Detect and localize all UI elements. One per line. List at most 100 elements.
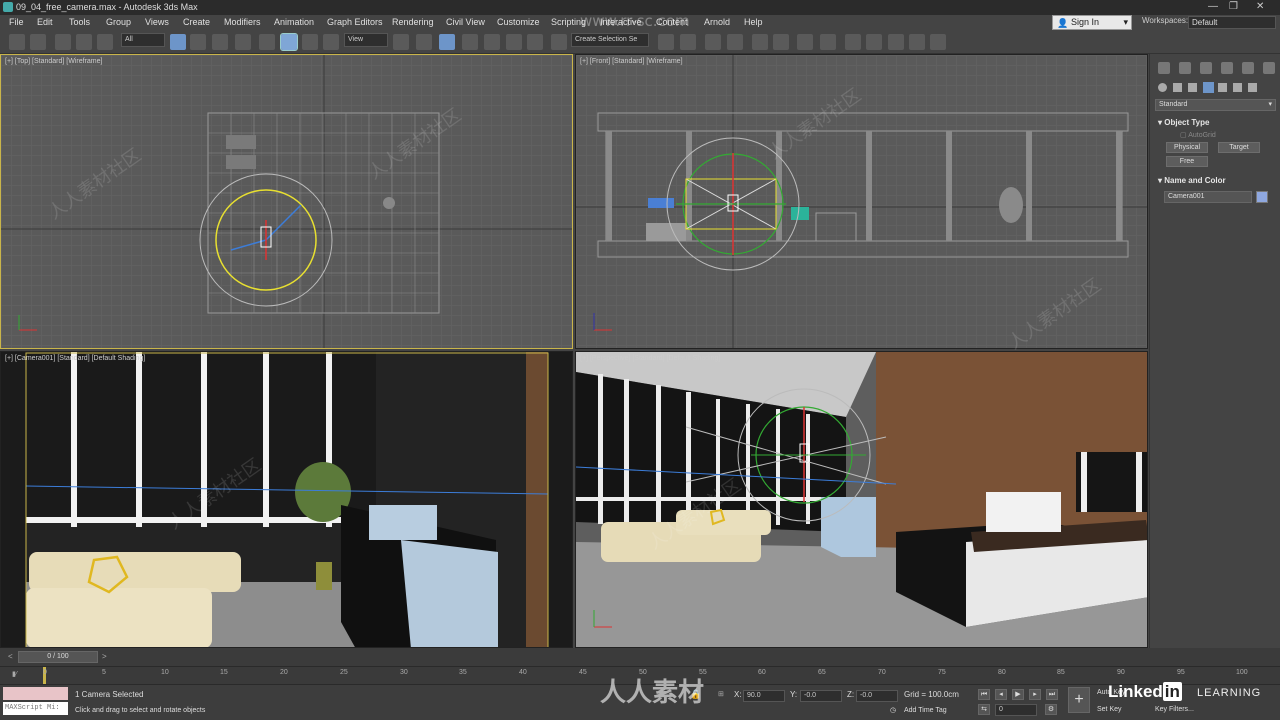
object-name-input[interactable]: Camera001 [1164, 191, 1252, 203]
target-camera-button[interactable]: Target [1218, 142, 1260, 153]
z-coord-field[interactable]: -0.0 [856, 690, 898, 702]
window-crossing-icon[interactable] [235, 34, 251, 50]
scene-explorer-icon[interactable] [705, 34, 721, 50]
edit-named-sets-icon[interactable] [551, 34, 567, 50]
ribbon-toggle-icon[interactable] [752, 34, 768, 50]
menu-customize[interactable]: Customize [497, 17, 540, 27]
key-filters-button[interactable]: Key Filters... [1155, 706, 1194, 713]
free-camera-button[interactable]: Free [1166, 156, 1208, 167]
menu-arnold[interactable]: Arnold [704, 17, 730, 27]
named-selection-sets-dropdown[interactable]: Create Selection Se [571, 33, 649, 47]
snaps-toggle-icon[interactable] [462, 34, 478, 50]
redo-icon[interactable] [30, 34, 46, 50]
select-by-name-icon[interactable] [190, 34, 206, 50]
rotate-icon[interactable] [280, 33, 298, 51]
viewport-camera[interactable]: [+] [Camera001] [Standard] [Default Shad… [0, 351, 573, 648]
ref-coord-dropdown[interactable]: View [344, 33, 388, 47]
render-cloud-icon[interactable] [909, 34, 925, 50]
time-config-icon[interactable]: ⚙ [1045, 704, 1057, 715]
goto-end-icon[interactable]: ⏭ [1046, 689, 1058, 700]
menu-modifiers[interactable]: Modifiers [224, 17, 261, 27]
current-frame-field[interactable]: 0 [995, 704, 1037, 716]
autogrid-checkbox[interactable]: ▢ AutoGrid [1180, 131, 1216, 139]
menu-scripting[interactable]: Scripting [551, 17, 586, 27]
systems-icon[interactable] [1248, 83, 1257, 92]
mirror-icon[interactable] [658, 34, 674, 50]
move-icon[interactable] [259, 34, 275, 50]
x-coord-field[interactable]: 90.0 [743, 690, 785, 702]
menu-edit[interactable]: Edit [37, 17, 53, 27]
motion-tab-icon[interactable] [1221, 62, 1233, 74]
menu-tools[interactable]: Tools [69, 17, 90, 27]
lights-icon[interactable] [1188, 83, 1197, 92]
close-icon[interactable]: ✕ [1256, 1, 1264, 12]
category-dropdown[interactable]: Standard ▾ [1155, 99, 1276, 111]
keyboard-shortcut-icon[interactable] [439, 34, 455, 50]
viewport-top-label[interactable]: [+] [Top] [Standard] [Wireframe] [5, 58, 102, 65]
menu-content[interactable]: Content [656, 17, 688, 27]
viewport-front[interactable]: [+] [Front] [Standard] [Wireframe] [575, 54, 1148, 349]
prev-key-icon[interactable]: ◂ [995, 689, 1007, 700]
set-key-icon[interactable]: + [1068, 687, 1090, 713]
shapes-icon[interactable] [1173, 83, 1182, 92]
key-mode-icon[interactable]: ⇆ [978, 704, 990, 715]
track-bar[interactable]: ▮⁄ 0 5 10 15 20 25 30 35 40 45 50 55 60 … [0, 666, 1280, 684]
menu-rendering[interactable]: Rendering [392, 17, 434, 27]
utilities-tab-icon[interactable] [1263, 62, 1275, 74]
scale-icon[interactable] [302, 34, 318, 50]
absolute-mode-icon[interactable]: ⊞ [718, 690, 724, 698]
angle-snap-icon[interactable] [484, 34, 500, 50]
add-time-tag[interactable]: Add Time Tag [904, 707, 947, 714]
sign-in-button[interactable]: 👤 Sign In ▾ [1052, 15, 1132, 30]
layer-explorer-icon[interactable] [727, 34, 743, 50]
set-key-button[interactable]: Set Key [1097, 706, 1122, 713]
geometry-icon[interactable] [1158, 83, 1167, 92]
material-editor-icon[interactable] [820, 34, 836, 50]
track-bar-toggle-icon[interactable]: ▮⁄ [12, 670, 17, 678]
pivot-center-icon[interactable] [393, 34, 409, 50]
create-tab-icon[interactable] [1158, 62, 1170, 74]
hierarchy-tab-icon[interactable] [1200, 62, 1212, 74]
display-tab-icon[interactable] [1242, 62, 1254, 74]
y-coord-field[interactable]: -0.0 [800, 690, 842, 702]
next-frame-icon[interactable]: > [102, 652, 107, 661]
viewport-perspective[interactable]: [+] [Perspective] [Standard] [Default Sh… [575, 351, 1148, 648]
object-type-rollout-title[interactable]: ▾ Object Type [1158, 118, 1209, 127]
menu-file[interactable]: File [9, 17, 24, 27]
menu-help[interactable]: Help [744, 17, 763, 27]
helpers-icon[interactable] [1218, 83, 1227, 92]
physical-camera-button[interactable]: Physical [1166, 142, 1208, 153]
name-color-rollout-title[interactable]: ▾ Name and Color [1158, 176, 1226, 185]
place-icon[interactable] [323, 34, 339, 50]
goto-start-icon[interactable]: ⏮ [978, 689, 990, 700]
lock-selection-icon[interactable]: 🔒 [690, 689, 701, 700]
undo-icon[interactable] [9, 34, 25, 50]
time-slider[interactable]: 0 / 100 [18, 651, 98, 663]
spacewarps-icon[interactable] [1233, 83, 1242, 92]
prev-frame-icon[interactable]: < [8, 652, 13, 661]
viewport-perspective-label[interactable]: [+] [Perspective] [Standard] [Default Sh… [580, 355, 720, 362]
maxscript-listener[interactable] [3, 687, 68, 700]
viewport-front-label[interactable]: [+] [Front] [Standard] [Wireframe] [580, 58, 683, 65]
rect-selection-icon[interactable] [212, 34, 228, 50]
unlink-icon[interactable] [76, 34, 92, 50]
workspace-dropdown[interactable]: Default [1188, 16, 1276, 29]
object-color-swatch[interactable] [1256, 191, 1268, 203]
menu-views[interactable]: Views [145, 17, 169, 27]
align-icon[interactable] [680, 34, 696, 50]
menu-civil-view[interactable]: Civil View [446, 17, 485, 27]
curve-editor-icon[interactable] [773, 34, 789, 50]
schematic-view-icon[interactable] [797, 34, 813, 50]
play-icon[interactable]: ▶ [1012, 689, 1024, 700]
a360-gallery-icon[interactable] [930, 34, 946, 50]
percent-snap-icon[interactable] [506, 34, 522, 50]
minimize-icon[interactable]: — [1208, 1, 1218, 12]
menu-create[interactable]: Create [183, 17, 210, 27]
render-setup-icon[interactable] [845, 34, 861, 50]
render-production-icon[interactable] [888, 34, 904, 50]
maxscript-mini-input[interactable]: MAXScript Mi: [3, 702, 68, 715]
selection-filter-dropdown[interactable]: All [121, 33, 165, 47]
link-icon[interactable] [55, 34, 71, 50]
menu-graph-editors[interactable]: Graph Editors [327, 17, 383, 27]
next-key-icon[interactable]: ▸ [1029, 689, 1041, 700]
